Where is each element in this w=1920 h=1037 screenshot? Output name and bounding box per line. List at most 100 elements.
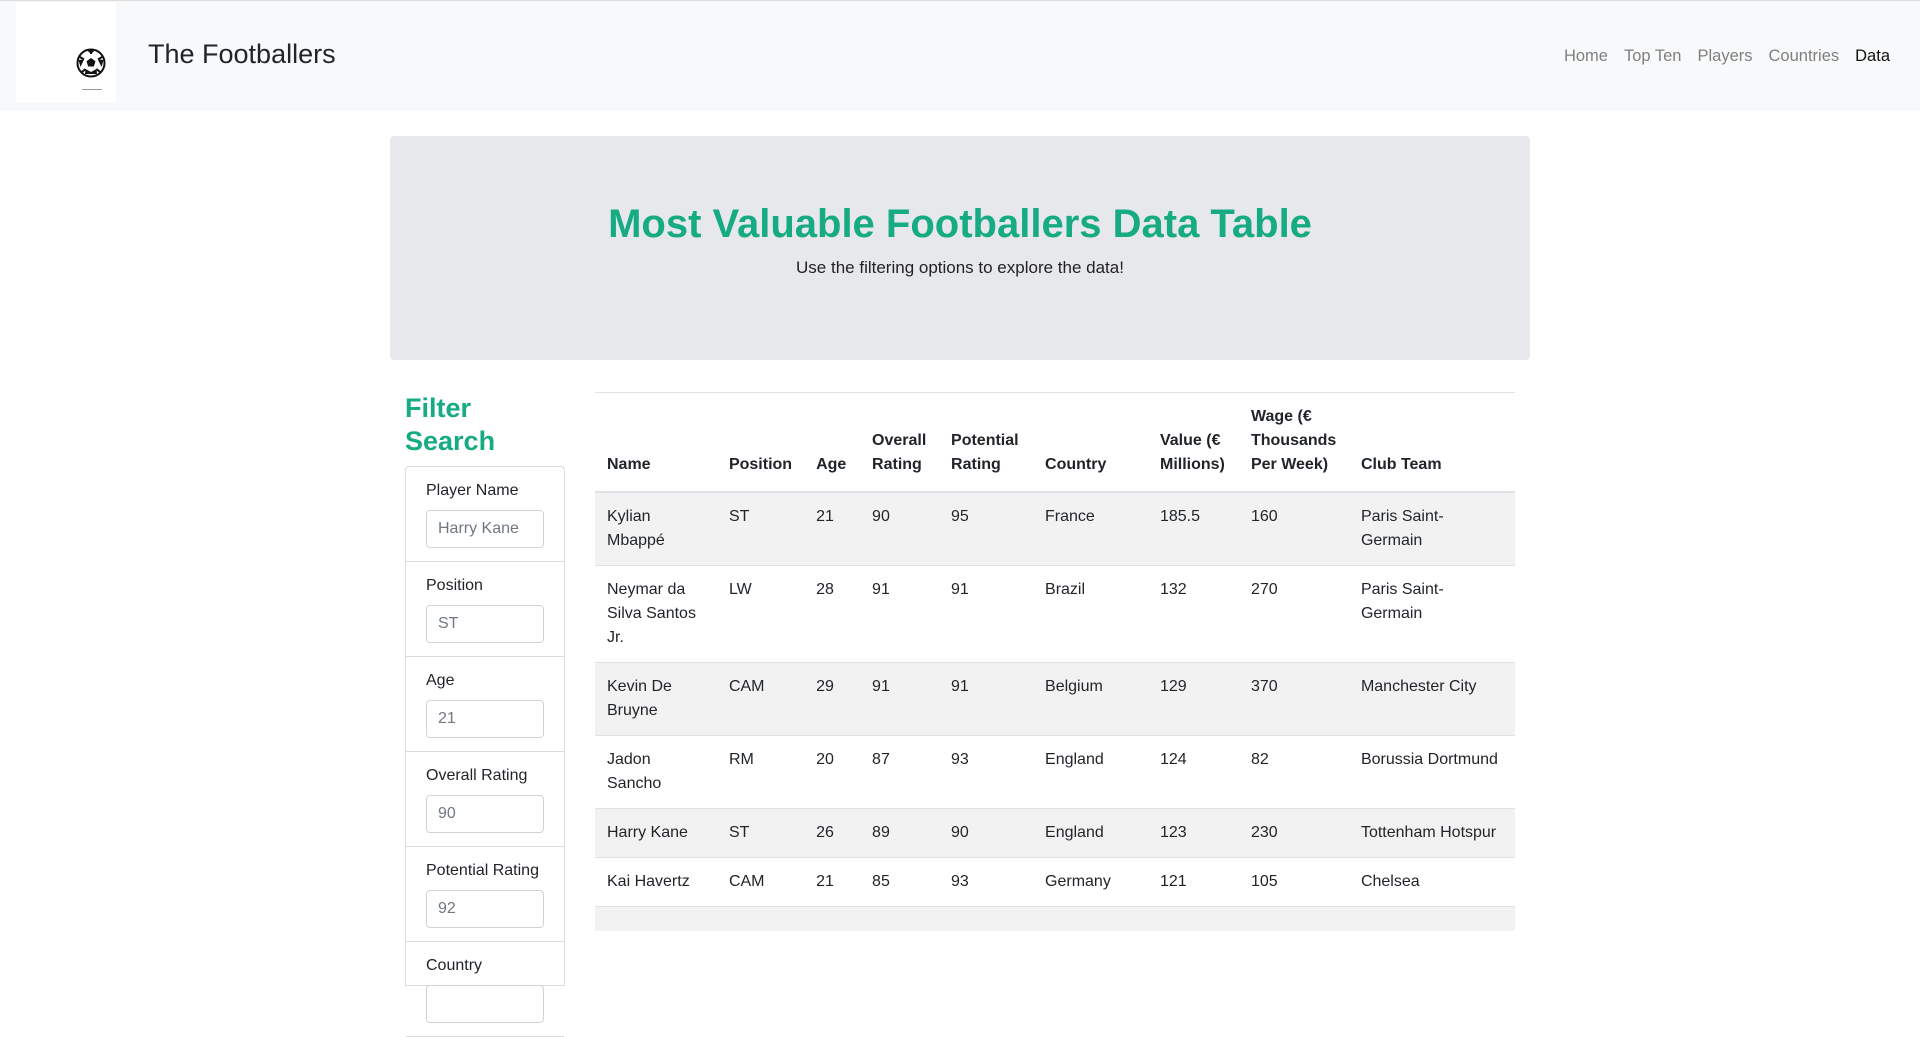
table-row: Kylian Mbappé ST 21 90 95 France 185.5 160 Paris…	[595, 491, 1515, 566]
filter-label: Player Name	[426, 482, 519, 499]
table-cell: 89	[860, 808, 940, 858]
table-cell: England	[1033, 808, 1148, 858]
table-cell: ST	[716, 491, 805, 566]
table-cell	[595, 906, 717, 931]
logo[interactable]	[16, 2, 116, 102]
filter-item-country: Country	[406, 942, 564, 1037]
filter-label: Overall Rating	[426, 767, 528, 784]
table-body: Kylian Mbappé ST 21 90 95 France 185.5 160 Paris…	[595, 491, 1515, 931]
table-cell: 124	[1147, 735, 1239, 809]
table-cell	[1238, 906, 1349, 931]
table-cell: Chelsea	[1348, 857, 1515, 907]
table-cell: 90	[860, 491, 940, 566]
table-cell: 93	[939, 735, 1034, 809]
column-header[interactable]: Value (€ Millions)	[1147, 392, 1239, 493]
nav-links: Home Top Ten Players Countries Data	[1556, 47, 1898, 66]
column-header[interactable]: Name	[595, 392, 717, 493]
table-cell	[804, 906, 861, 931]
age-input[interactable]	[426, 700, 544, 738]
page-title: Most Valuable Footballers Data Table	[608, 202, 1312, 246]
table-cell	[1033, 906, 1148, 931]
table-row: Kevin De Bruyne CAM 29 91 91 Belgium 129 370 Man…	[595, 662, 1515, 736]
page-subtitle: Use the filtering options to explore the…	[796, 258, 1124, 277]
nav-link-home[interactable]: Home	[1556, 47, 1616, 66]
nav-link-top-ten[interactable]: Top Ten	[1616, 47, 1690, 66]
table-cell: 91	[939, 662, 1034, 736]
table-cell: France	[1033, 491, 1148, 566]
table-header: Name Position Age Overall Rating Potential R…	[595, 392, 1515, 493]
soccer-ball-icon	[76, 48, 106, 78]
column-header[interactable]: Club Team	[1348, 392, 1515, 493]
table-cell: 91	[860, 662, 940, 736]
table-cell: Borussia Dortmund	[1348, 735, 1515, 809]
table-cell: 82	[1238, 735, 1349, 809]
jumbotron: Most Valuable Footballers Data Table Use…	[390, 136, 1530, 360]
table-cell: England	[1033, 735, 1148, 809]
nav-link-data[interactable]: Data	[1847, 47, 1898, 66]
table-cell: 123	[1147, 808, 1239, 858]
filter-panel: Player Name Position Age Overall Rating …	[405, 466, 565, 1037]
table-cell: 85	[860, 857, 940, 907]
filter-item-age: Age	[406, 657, 564, 752]
table-cell: Manchester City	[1348, 662, 1515, 736]
navbar: The Footballers Home Top Ten Players Cou…	[0, 0, 1920, 111]
table-cell	[1348, 906, 1515, 931]
table-cell: Germany	[1033, 857, 1148, 907]
filter-label: Country	[426, 957, 483, 974]
table-row: Jadon Sancho RM 20 87 93 England 124 82 Borussia…	[595, 735, 1515, 809]
column-header[interactable]: Age	[804, 392, 861, 493]
country-input[interactable]	[426, 985, 544, 1023]
position-input[interactable]	[426, 605, 544, 643]
table-row: Neymar da Silva Santos Jr. LW 28 91 91 Brazil…	[595, 565, 1515, 663]
table-cell: Paris Saint-Germain	[1348, 565, 1515, 663]
brand-title[interactable]: The Footballers	[148, 39, 336, 70]
table-cell: 105	[1238, 857, 1349, 907]
nav-link-players[interactable]: Players	[1689, 47, 1760, 66]
table-cell: 91	[939, 565, 1034, 663]
table-cell	[939, 906, 1034, 931]
table-header-row: Name Position Age Overall Rating Potential R…	[595, 392, 1515, 493]
table-cell: 21	[804, 491, 861, 566]
column-header[interactable]: Potential Rating	[939, 392, 1034, 493]
filter-item-position: Position	[406, 562, 564, 657]
table-cell: 29	[804, 662, 861, 736]
potential-rating-input[interactable]	[426, 890, 544, 928]
filter-label: Age	[426, 672, 455, 689]
filter-label: Position	[426, 577, 483, 594]
table-cell: 132	[1147, 565, 1239, 663]
table-cell: 21	[804, 857, 861, 907]
table-row	[595, 906, 1515, 931]
overall-rating-input[interactable]	[426, 795, 544, 833]
player-name-input[interactable]	[426, 510, 544, 548]
table-cell: 95	[939, 491, 1034, 566]
table-cell: Brazil	[1033, 565, 1148, 663]
table-cell: 90	[939, 808, 1034, 858]
filter-item-player-name: Player Name	[406, 467, 564, 562]
table-cell: CAM	[716, 857, 805, 907]
column-header[interactable]: Position	[716, 392, 805, 493]
table-cell	[716, 906, 805, 931]
table-cell: Jadon Sancho	[595, 735, 717, 809]
table-cell: 185.5	[1147, 491, 1239, 566]
table-cell: 230	[1238, 808, 1349, 858]
table-cell: ST	[716, 808, 805, 858]
table-cell: Kevin De Bruyne	[595, 662, 717, 736]
table-row: Harry Kane ST 26 89 90 England 123 230 Tottenham…	[595, 808, 1515, 858]
table-cell: Neymar da Silva Santos Jr.	[595, 565, 717, 663]
filter-item-potential-rating: Potential Rating	[406, 847, 564, 942]
table-cell: RM	[716, 735, 805, 809]
table-cell: LW	[716, 565, 805, 663]
table-cell: 121	[1147, 857, 1239, 907]
table-cell: 160	[1238, 491, 1349, 566]
table-cell: 270	[1238, 565, 1349, 663]
table-row: Kai Havertz CAM 21 85 93 Germany 121 105 Chelsea	[595, 857, 1515, 907]
table-cell: CAM	[716, 662, 805, 736]
nav-link-countries[interactable]: Countries	[1761, 47, 1848, 66]
table-cell: Paris Saint-Germain	[1348, 491, 1515, 566]
column-header[interactable]: Wage (€ Thousands Per Week)	[1238, 392, 1349, 493]
column-header[interactable]: Overall Rating	[860, 392, 940, 493]
table-cell: Kai Havertz	[595, 857, 717, 907]
table-cell: 28	[804, 565, 861, 663]
column-header[interactable]: Country	[1033, 392, 1148, 493]
filter-title: Filter Search	[405, 393, 496, 456]
